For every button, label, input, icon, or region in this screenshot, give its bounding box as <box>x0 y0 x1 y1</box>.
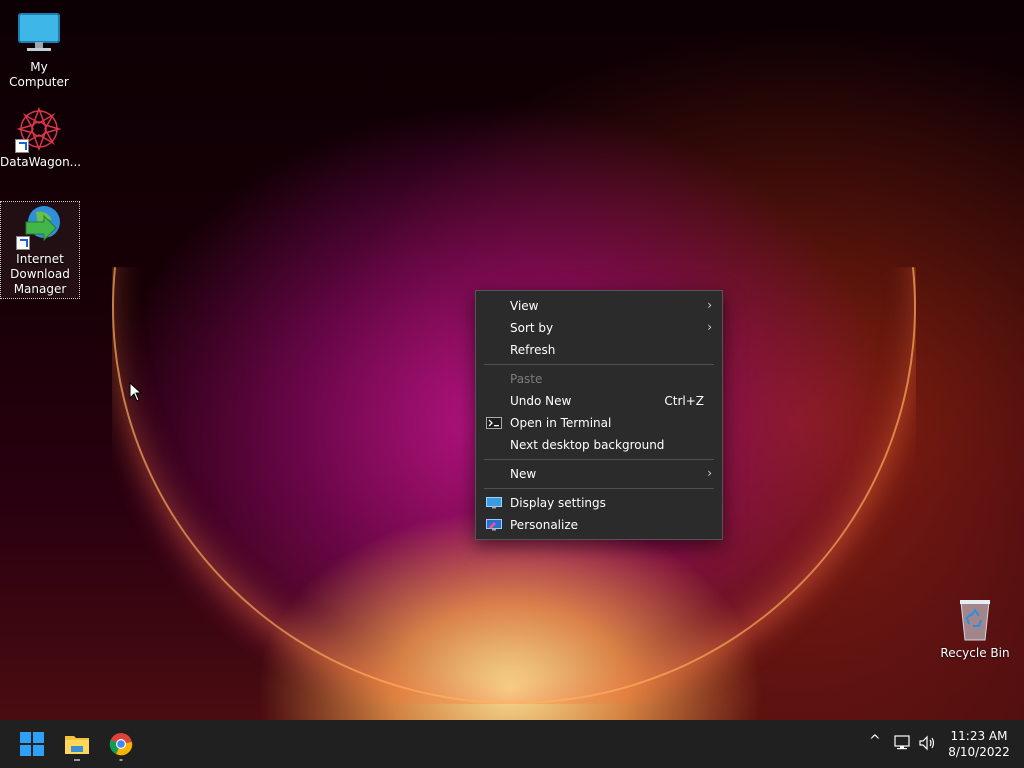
windows-logo-icon <box>20 732 44 756</box>
desktop-icon-my-computer[interactable]: My Computer <box>0 10 78 90</box>
menu-separator <box>484 459 714 460</box>
menu-item-personalize[interactable]: Personalize <box>476 514 722 536</box>
menu-item-display-settings[interactable]: Display settings <box>476 492 722 514</box>
desktop-icon-datawagon[interactable]: DataWagon... <box>0 105 82 170</box>
taskbar-file-explorer[interactable] <box>59 726 95 762</box>
menu-item-refresh[interactable]: Refresh <box>476 339 722 361</box>
chevron-right-icon: › <box>707 298 712 312</box>
menu-item-label: Refresh <box>510 343 556 357</box>
menu-item-label: New <box>510 467 537 481</box>
desktop-icon-internet-download-manager[interactable]: Internet Download Manager <box>0 201 80 299</box>
menu-item-label: Next desktop background <box>510 438 665 452</box>
internet-download-manager-icon <box>16 202 64 250</box>
menu-item-new[interactable]: New › <box>476 463 722 485</box>
desktop-icon-label: My Computer <box>9 60 69 89</box>
menu-item-next-desktop-background[interactable]: Next desktop background <box>476 434 722 456</box>
folder-icon <box>65 736 89 761</box>
menu-item-label: Undo New <box>510 394 572 408</box>
terminal-icon <box>486 417 502 429</box>
menu-item-label: View <box>510 299 539 313</box>
clock-time: 11:23 AM <box>950 729 1008 743</box>
menu-separator <box>484 364 714 365</box>
menu-item-paste: Paste <box>476 368 722 390</box>
desktop-context-menu: View › Sort by › Refresh Paste Undo New … <box>475 290 723 540</box>
display-settings-icon <box>486 497 502 509</box>
clock[interactable]: 11:23 AM 8/10/2022 <box>946 720 1012 768</box>
clock-date: 8/10/2022 <box>948 745 1010 759</box>
desktop-icon-label: Internet Download Manager <box>10 252 70 296</box>
desktop-icon-label: DataWagon... <box>0 155 82 169</box>
mouse-cursor-icon <box>129 382 143 402</box>
chevron-right-icon: › <box>707 320 712 334</box>
menu-item-shortcut: Ctrl+Z <box>664 394 704 408</box>
chevron-right-icon: › <box>707 466 712 480</box>
menu-item-label: Sort by <box>510 321 554 335</box>
datawagon-icon <box>15 105 63 153</box>
menu-item-undo-new[interactable]: Undo New Ctrl+Z <box>476 390 722 412</box>
menu-item-view[interactable]: View › <box>476 295 722 317</box>
menu-item-open-in-terminal[interactable]: Open in Terminal <box>476 412 722 434</box>
taskbar-chrome[interactable] <box>103 726 139 762</box>
network-button[interactable] <box>894 720 914 768</box>
network-icon <box>894 735 910 750</box>
menu-item-label: Display settings <box>510 496 606 510</box>
menu-item-sort-by[interactable]: Sort by › <box>476 317 722 339</box>
desktop-icon-recycle-bin[interactable]: Recycle Bin <box>936 596 1014 661</box>
taskbar: ^ 11:23 AM 8/10/2022 <box>0 720 1024 768</box>
show-hidden-icons-button[interactable]: ^ <box>866 720 886 768</box>
chrome-icon <box>109 733 133 761</box>
volume-button[interactable] <box>919 720 939 768</box>
shortcut-arrow-icon <box>15 139 29 153</box>
chevron-up-icon: ^ <box>869 733 881 749</box>
recycle-bin-icon <box>951 596 999 644</box>
monitor-icon <box>15 10 63 58</box>
menu-item-label: Open in Terminal <box>510 416 612 430</box>
menu-separator <box>484 488 714 489</box>
menu-item-label: Personalize <box>510 518 579 532</box>
speaker-icon <box>919 735 935 751</box>
shortcut-arrow-icon <box>16 236 30 250</box>
start-button[interactable] <box>14 726 50 762</box>
desktop-icon-label: Recycle Bin <box>940 646 1010 660</box>
menu-item-label: Paste <box>510 372 543 386</box>
personalize-icon <box>486 519 502 531</box>
